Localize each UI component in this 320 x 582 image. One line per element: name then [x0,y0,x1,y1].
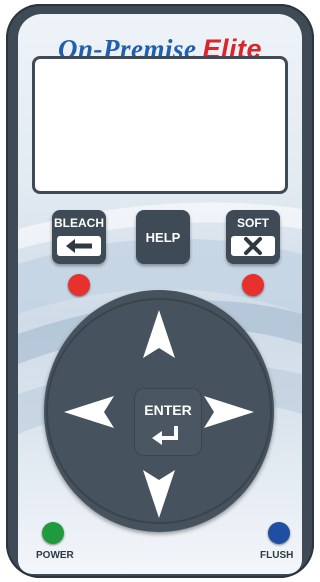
enter-label: ENTER [144,402,192,418]
flush-label: FLUSH [260,550,294,561]
soft-button[interactable]: SOFT [226,210,280,264]
arrow-left-icon [64,396,114,428]
bleach-label: BLEACH [54,216,104,230]
left-arrow-button[interactable] [58,390,122,434]
panel-face: On-Premise Elite BLEACH HELP SOFT ENTER … [18,14,302,574]
right-arrow-button[interactable] [196,390,260,434]
power-indicator-light [42,522,64,544]
x-icon [231,236,275,256]
power-label: POWER [36,550,74,561]
arrow-up-icon [143,310,175,358]
arrow-right-icon [204,396,254,428]
up-arrow-button[interactable] [134,304,184,368]
help-label: HELP [145,230,181,245]
enter-return-icon [152,426,178,445]
arrow-down-icon [143,470,175,518]
help-button[interactable]: HELP [136,210,190,264]
directional-pad: ENTER [44,290,274,532]
arrow-left-icon [57,236,101,256]
soft-label: SOFT [237,216,269,230]
down-arrow-button[interactable] [134,460,184,524]
enter-button[interactable]: ENTER [134,388,202,456]
bleach-button[interactable]: BLEACH [52,210,106,264]
flush-indicator-light [268,522,290,544]
lcd-display [32,56,288,194]
